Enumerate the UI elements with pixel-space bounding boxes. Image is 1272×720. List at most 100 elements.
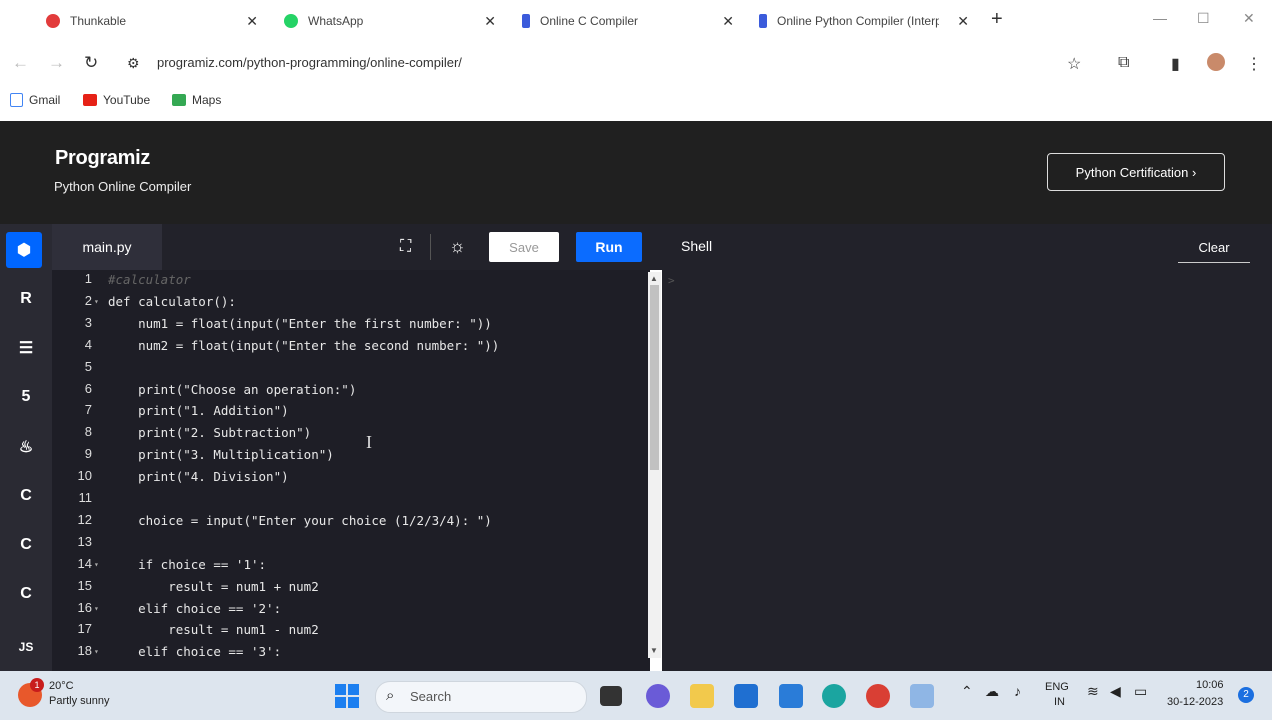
close-tab-icon[interactable]: ✕: [957, 13, 969, 30]
weather-temperature[interactable]: 20°C: [49, 680, 74, 692]
new-tab-button[interactable]: +: [991, 8, 1003, 31]
mail-icon[interactable]: [734, 684, 758, 708]
url-field[interactable]: programiz.com/python-programming/online-…: [157, 55, 462, 70]
language-indicator[interactable]: ENG: [1045, 681, 1069, 693]
weather-badge: 1: [30, 678, 44, 692]
sql-icon[interactable]: ☰: [10, 332, 42, 364]
save-button[interactable]: Save: [489, 232, 559, 262]
clear-button[interactable]: Clear: [1178, 232, 1250, 263]
weather-condition[interactable]: Partly sunny: [49, 695, 110, 707]
teams-chat-icon[interactable]: [646, 684, 670, 708]
python-certification-button[interactable]: Python Certification ›: [1047, 153, 1225, 191]
back-arrow-icon[interactable]: ←: [12, 53, 29, 73]
language-region[interactable]: IN: [1054, 696, 1065, 708]
bookmark-maps[interactable]: Maps: [172, 93, 221, 107]
code-line[interactable]: 16 ▾ elif choice == '2':: [52, 600, 282, 622]
bookmark-gmail[interactable]: Gmail: [10, 93, 60, 107]
scroll-up-arrow-icon[interactable]: ▲: [650, 274, 658, 283]
window-close-icon[interactable]: ✕: [1243, 10, 1255, 27]
code-text: if choice == '1':: [108, 556, 267, 572]
line-number: 8: [84, 424, 92, 440]
code-line[interactable]: 9 print("3. Multiplication"): [52, 446, 334, 468]
bookmark-youtube[interactable]: YouTube: [83, 93, 150, 107]
fold-arrow-icon[interactable]: ▾: [94, 560, 99, 569]
scrollbar-thumb[interactable]: [650, 285, 659, 470]
code-line[interactable]: 1 #calculator: [52, 271, 191, 293]
code-line[interactable]: 6 print("Choose an operation:"): [52, 381, 357, 403]
code-line[interactable]: 10 print("4. Division"): [52, 468, 289, 490]
js-icon[interactable]: JS: [10, 631, 42, 663]
site-info-icon[interactable]: ⚙: [127, 55, 140, 72]
close-tab-icon[interactable]: ✕: [246, 13, 258, 30]
minimize-icon[interactable]: —: [1153, 10, 1167, 26]
shell-output[interactable]: >: [662, 270, 1272, 671]
r-icon[interactable]: R: [10, 283, 42, 315]
menu-dots-icon[interactable]: ⋮: [1246, 54, 1262, 74]
code-line[interactable]: 8 print("2. Subtraction"): [52, 424, 311, 446]
line-number: 2: [84, 292, 92, 308]
start-button[interactable]: [335, 684, 359, 708]
taskbar-search[interactable]: ⌕ Search: [375, 681, 587, 713]
extensions-icon[interactable]: ⧉: [1118, 54, 1129, 72]
volume-icon[interactable]: ◀: [1110, 683, 1121, 700]
csharp-icon[interactable]: C: [10, 578, 42, 610]
clock-time[interactable]: 10:06: [1196, 679, 1224, 691]
line-number: 13: [77, 533, 92, 549]
fold-arrow-icon[interactable]: ▾: [94, 297, 99, 306]
show-hidden-icons-icon[interactable]: ⌃: [961, 683, 973, 700]
edge-icon[interactable]: [822, 684, 846, 708]
code-line[interactable]: 7 print("1. Addition"): [52, 402, 289, 424]
fold-arrow-icon[interactable]: ▾: [94, 647, 99, 656]
fullscreen-icon[interactable]: ⛶: [400, 238, 411, 256]
battery-icon[interactable]: ▭: [1134, 683, 1147, 700]
code-editor[interactable]: 1 #calculator 2 ▾ def calculator(): 3 num1 = …: [52, 270, 650, 671]
code-line[interactable]: 2 ▾ def calculator():: [52, 292, 236, 315]
code-line[interactable]: 11: [52, 490, 93, 512]
reload-icon[interactable]: ↻: [84, 53, 98, 73]
programiz-logo[interactable]: Programiz: [55, 147, 150, 170]
chrome-icon[interactable]: [866, 684, 890, 708]
wifi-icon[interactable]: ≋: [1087, 683, 1099, 700]
code-line[interactable]: 17 result = num1 - num2: [52, 621, 319, 643]
run-button[interactable]: Run: [576, 232, 642, 262]
maximize-icon[interactable]: ☐: [1197, 10, 1210, 27]
code-line[interactable]: 13: [52, 534, 92, 556]
cpp-icon[interactable]: C: [10, 529, 42, 561]
youtube-icon: [83, 94, 97, 106]
side-panel-icon[interactable]: ▮: [1171, 54, 1180, 74]
shell-tab[interactable]: Shell: [681, 238, 712, 254]
file-tab-main-py[interactable]: main.py: [52, 224, 162, 270]
visual-studio-code-icon[interactable]: [779, 684, 803, 708]
code-line[interactable]: 4 num2 = float(input("Enter the second n…: [52, 337, 500, 359]
code-line[interactable]: 15 result = num1 + num2: [52, 578, 319, 600]
task-view-icon[interactable]: [600, 686, 622, 706]
close-tab-icon[interactable]: ✕: [722, 13, 734, 30]
notification-badge[interactable]: 2: [1238, 687, 1254, 703]
html5-icon[interactable]: 5: [10, 381, 42, 413]
c-icon[interactable]: C: [10, 480, 42, 512]
profile-avatar[interactable]: [1207, 53, 1225, 71]
bookmark-star-icon[interactable]: ☆: [1067, 54, 1081, 74]
code-text: result = num1 + num2: [108, 578, 319, 594]
file-explorer-icon[interactable]: [690, 684, 714, 708]
onedrive-icon[interactable]: ☁: [985, 683, 999, 700]
code-line[interactable]: 14 ▾ if choice == '1':: [52, 556, 267, 578]
close-tab-icon[interactable]: ✕: [484, 13, 496, 30]
code-line[interactable]: 18 ▾ elif choice == '3':: [52, 643, 282, 665]
theme-toggle-icon[interactable]: ☼: [449, 236, 466, 257]
forward-arrow-icon[interactable]: →: [48, 53, 65, 73]
code-line[interactable]: 5: [52, 359, 92, 381]
python-icon[interactable]: ⬢: [6, 232, 42, 268]
code-line[interactable]: 3 num1 = float(input("Enter the first nu…: [52, 315, 492, 337]
tab-thunkable[interactable]: Thunkable ✕: [46, 0, 258, 42]
code-line[interactable]: 12 choice = input("Enter your choice (1/…: [52, 512, 492, 534]
scroll-down-arrow-icon[interactable]: ▼: [650, 646, 658, 655]
clock-date[interactable]: 30-12-2023: [1167, 696, 1223, 708]
microphone-icon[interactable]: ♪: [1014, 683, 1021, 699]
fold-arrow-icon[interactable]: ▾: [94, 604, 99, 613]
tab-online-python-compiler[interactable]: Online Python Compiler (Interp ✕: [759, 0, 969, 42]
tab-whatsapp[interactable]: WhatsApp ✕: [284, 0, 496, 42]
app-icon[interactable]: [910, 684, 934, 708]
tab-online-c-compiler[interactable]: Online C Compiler ✕: [522, 0, 734, 42]
java-icon[interactable]: ♨: [10, 431, 42, 463]
